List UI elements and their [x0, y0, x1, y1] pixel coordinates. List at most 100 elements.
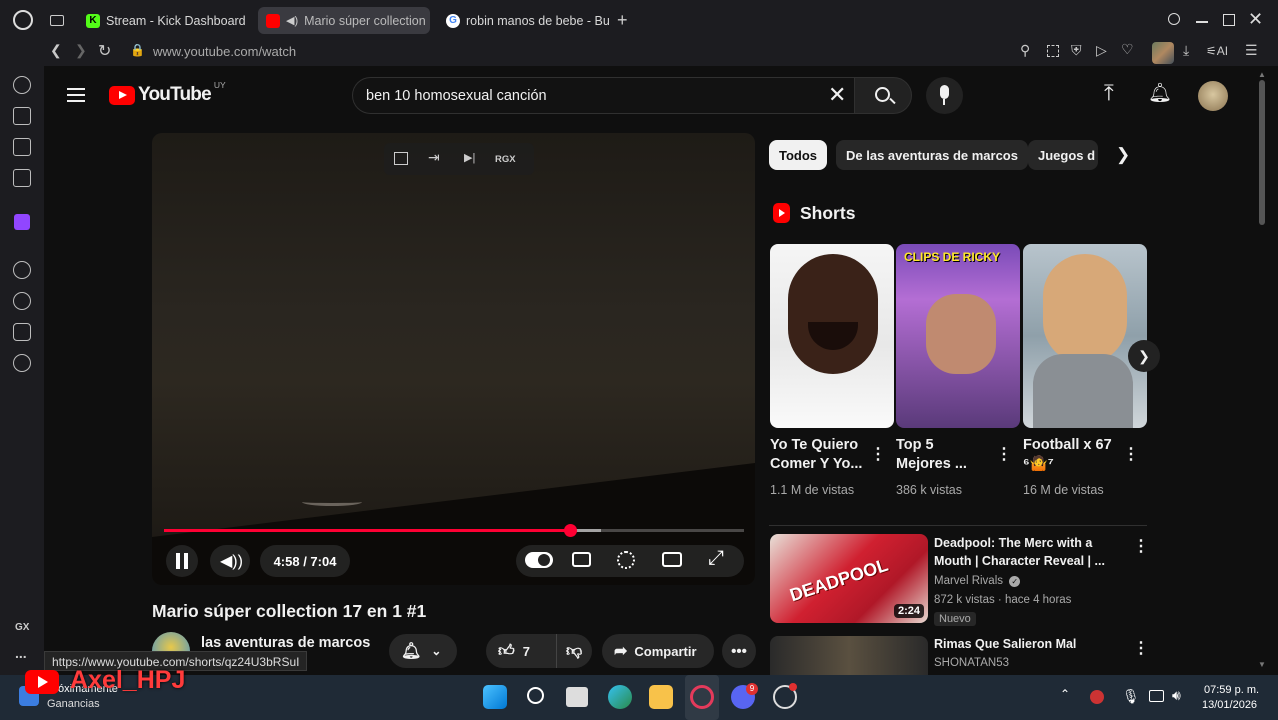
video-channel[interactable]: SHONATAN53 — [934, 657, 1009, 669]
short-menu-icon[interactable]: ⋮ — [870, 444, 886, 464]
video-item-title[interactable]: Deadpool: The Merc with a Mouth | Charac… — [934, 534, 1114, 570]
notifications-bell-icon[interactable]: 🔔︎ — [1148, 81, 1172, 105]
clock-time[interactable]: 07:59 p. m. — [1204, 684, 1259, 696]
short-title[interactable]: Top 5 Mejores ... — [896, 436, 976, 474]
dislike-button[interactable]: 👎︎ — [556, 634, 592, 668]
chip-todos[interactable]: Todos — [769, 140, 828, 170]
shield-icon[interactable]: ⛨ — [1071, 42, 1082, 59]
scroll-up-icon[interactable]: ▲ — [1258, 70, 1266, 79]
easy-setup-icon[interactable]: ☰ — [1245, 42, 1258, 59]
gx-label[interactable]: GX — [15, 622, 29, 633]
chips-next-icon[interactable]: ❯ — [1116, 145, 1130, 165]
exit-to-tab-icon[interactable]: ⇥ — [428, 149, 440, 166]
rgx-label[interactable]: RGX — [495, 154, 516, 165]
speaker-icon[interactable]: 🔊︎ — [1172, 687, 1181, 704]
short-thumbnail[interactable]: CLIPS DE RICKY — [896, 244, 1020, 428]
like-button[interactable]: 👍︎ 7 — [486, 634, 556, 668]
taskbar-search-icon[interactable] — [527, 687, 544, 704]
subtitles-icon[interactable] — [572, 552, 591, 567]
subscription-bell-button[interactable]: 🔔︎ ⌄ — [389, 634, 457, 668]
extensions-icon[interactable] — [13, 323, 31, 341]
chip-juegos[interactable]: Juegos d — [1028, 140, 1098, 170]
video-thumbnail[interactable] — [770, 636, 928, 675]
tray-chevron-icon[interactable]: ⌃ — [1060, 687, 1070, 701]
pin-icon[interactable]: ⚲ — [1020, 42, 1030, 59]
player-icon[interactable] — [13, 261, 31, 279]
shorts-next-button[interactable]: ❯ — [1128, 340, 1160, 372]
minimize-icon[interactable] — [1196, 21, 1208, 23]
tab-manager-icon[interactable] — [50, 15, 64, 26]
history-icon[interactable] — [13, 292, 31, 310]
microphone-tray-icon[interactable]: 🎙︎ — [1122, 688, 1140, 705]
volume-button[interactable]: ◀)) — [210, 545, 250, 577]
clock-date[interactable]: 13/01/2026 — [1202, 699, 1257, 711]
clear-search-icon[interactable]: ✕ — [828, 82, 846, 108]
account-avatar[interactable] — [1198, 81, 1228, 111]
messenger-icon[interactable] — [13, 169, 31, 187]
youtube-logo[interactable]: YouTube UY — [109, 80, 226, 106]
edge-icon[interactable] — [608, 685, 632, 709]
tab-youtube-video[interactable]: ◀) Mario súper collection — [258, 7, 430, 34]
settings-gear-icon[interactable] — [617, 551, 635, 569]
share-button[interactable]: ➦ Compartir — [602, 634, 714, 668]
start-windows-icon[interactable] — [483, 685, 507, 709]
download-icon[interactable]: ⤓ — [1183, 42, 1189, 59]
channel-name[interactable]: las aventuras de marcos — [201, 635, 370, 651]
voice-search-button[interactable] — [926, 77, 963, 114]
profile-avatar[interactable] — [1152, 42, 1174, 64]
progress-scrubber[interactable] — [564, 524, 577, 537]
video-channel[interactable]: Marvel Rivals ✓ — [934, 575, 1021, 587]
menu-icon[interactable] — [67, 88, 85, 102]
speed-dial-icon[interactable] — [13, 76, 31, 94]
more-actions-button[interactable]: ••• — [722, 634, 756, 668]
scroll-thumb[interactable] — [1259, 80, 1265, 225]
new-tab-button[interactable]: + — [617, 10, 628, 31]
back-icon[interactable]: ❮ — [50, 42, 62, 59]
short-thumbnail[interactable] — [770, 244, 894, 428]
pause-button[interactable] — [166, 545, 198, 577]
search-tabs-icon[interactable] — [1168, 13, 1180, 25]
video-menu-icon[interactable]: ⋮ — [1133, 536, 1149, 556]
popout-icon[interactable] — [394, 152, 408, 165]
reload-icon[interactable]: ↻ — [98, 41, 111, 61]
page-scrollbar[interactable]: ▲ ▼ — [1256, 66, 1268, 675]
search-button[interactable] — [854, 77, 912, 114]
short-thumbnail[interactable] — [1023, 244, 1147, 428]
opera-gx-logo-icon[interactable] — [13, 10, 33, 30]
short-menu-icon[interactable]: ⋮ — [996, 444, 1012, 464]
upload-icon[interactable]: ⤒ — [1104, 80, 1114, 106]
sidebar-more-icon[interactable]: ... — [15, 645, 27, 661]
short-title[interactable]: Football x 67 ⁶🤷⁷ — [1023, 436, 1119, 474]
close-window-icon[interactable]: ✕ — [1248, 9, 1263, 30]
tab-google-search[interactable]: G robin manos de bebe - Bus — [438, 7, 610, 34]
network-icon[interactable] — [1149, 690, 1164, 702]
autoplay-toggle[interactable] — [525, 552, 553, 568]
settings-icon[interactable] — [13, 354, 31, 372]
video-player[interactable]: ⇥ ▶| RGX ◀)) 4:58 / 7:04 ⤢ — [152, 133, 755, 585]
fullscreen-icon[interactable]: ⤢ — [708, 547, 724, 570]
send-icon[interactable]: ▷ — [1096, 42, 1107, 59]
video-item-title[interactable]: Rimas Que Salieron Mal — [934, 635, 1114, 653]
gx-corner-icon[interactable] — [13, 138, 31, 156]
tray-app-icon[interactable] — [1090, 690, 1104, 704]
video-thumbnail[interactable]: DEADPOOL 2:24 — [770, 534, 928, 623]
task-view-icon[interactable] — [566, 687, 588, 707]
theater-mode-icon[interactable] — [662, 552, 682, 567]
heart-icon[interactable]: ♡ — [1121, 41, 1134, 58]
ai-button[interactable]: ⚟AI — [1206, 44, 1228, 58]
file-explorer-icon[interactable] — [649, 685, 673, 709]
search-input[interactable] — [366, 83, 806, 108]
widget-line-2[interactable]: Ganancias — [47, 698, 100, 710]
forward-icon[interactable]: ❯ — [75, 42, 87, 59]
url-field[interactable]: www.youtube.com/watch — [153, 44, 296, 59]
workspaces-icon[interactable] — [13, 107, 31, 125]
short-title[interactable]: Yo Te Quiero Comer Y Yo... — [770, 436, 866, 474]
audio-playing-icon[interactable]: ◀) — [286, 14, 298, 27]
scroll-down-icon[interactable]: ▼ — [1258, 660, 1266, 669]
video-menu-icon[interactable]: ⋮ — [1133, 638, 1149, 658]
skip-next-icon[interactable]: ▶| — [464, 151, 475, 164]
tab-kick-dashboard[interactable]: K Stream - Kick Dashboard — [78, 7, 250, 34]
maximize-icon[interactable] — [1223, 14, 1235, 26]
snapshot-icon[interactable] — [1047, 45, 1059, 57]
chip-de-las-aventuras[interactable]: De las aventuras de marcos — [836, 140, 1028, 170]
